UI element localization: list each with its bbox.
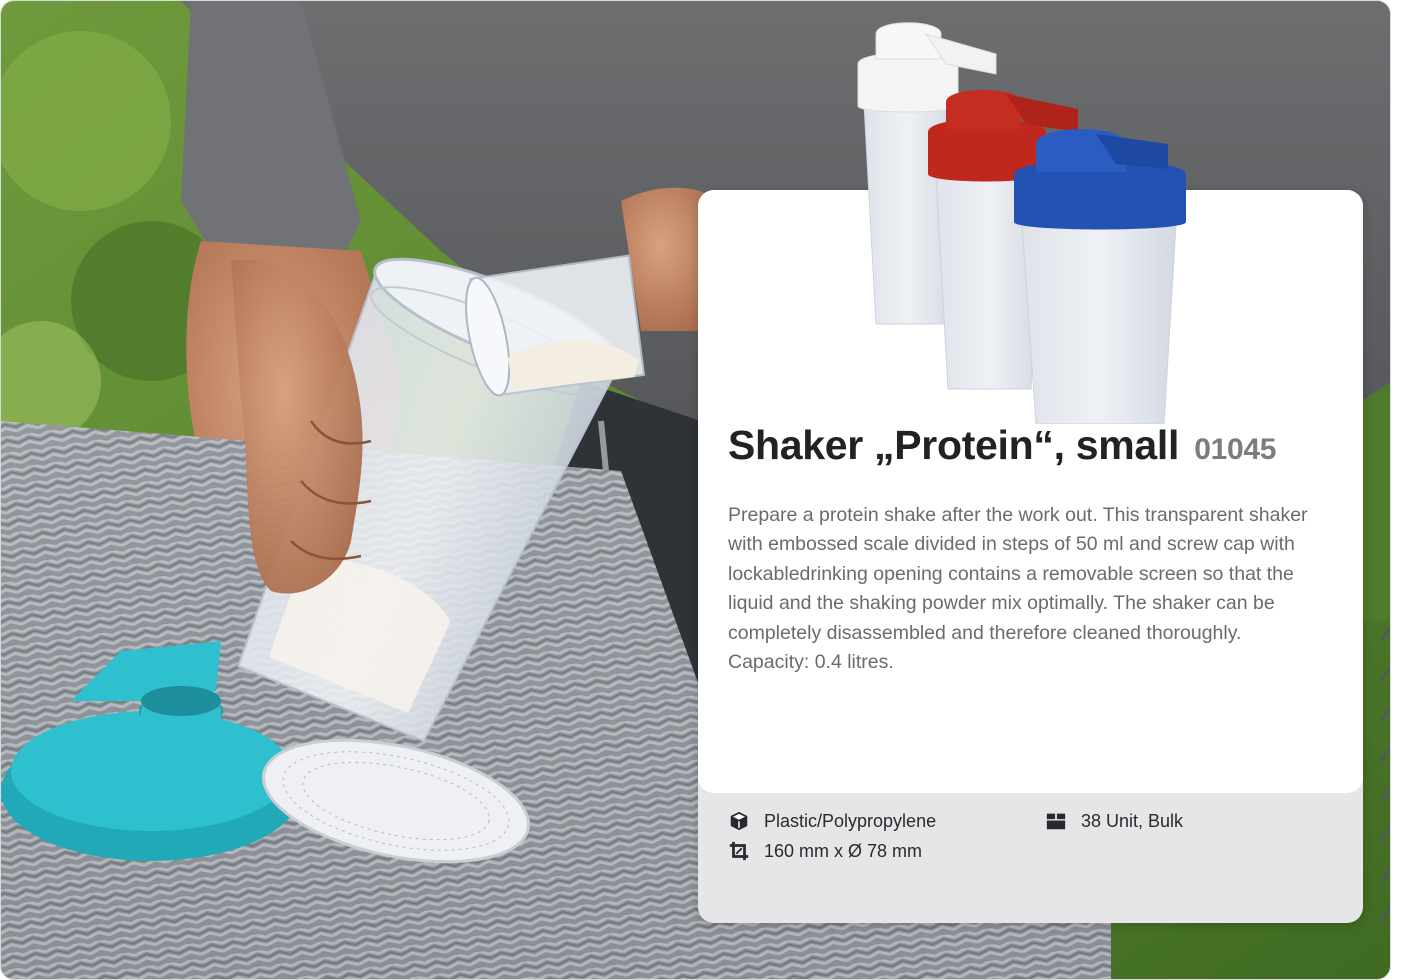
crop-icon (729, 841, 749, 861)
spec-packaging-text: 38 Unit, Bulk (1081, 810, 1184, 831)
spec-material-text: Plastic/Polypropylene (764, 810, 937, 831)
product-image (857, 22, 1186, 424)
spec-dimensions: 160 mm x Ø 78 mm (728, 840, 922, 862)
product-name: Shaker „Protein“, small (728, 422, 1180, 468)
cube-icon (730, 811, 748, 831)
decorative-lines (1380, 628, 1390, 922)
box-icon (1046, 813, 1066, 830)
spec-packaging: 38 Unit, Bulk (1045, 810, 1183, 832)
spec-material: Plastic/Polypropylene (728, 810, 936, 832)
product-code: 01045 (1194, 433, 1277, 466)
catalog-page: Shaker „Protein“, small 01045 Prepare a … (0, 0, 1391, 980)
product-card: Shaker „Protein“, small 01045 Prepare a … (698, 22, 1363, 923)
product-card-body: Shaker „Protein“, small 01045 Prepare a … (698, 22, 1363, 793)
spec-dimensions-text: 160 mm x Ø 78 mm (764, 840, 923, 861)
product-description: Prepare a protein shake after the work o… (728, 504, 1308, 674)
product-title: Shaker „Protein“, small 01045 (728, 422, 1276, 469)
